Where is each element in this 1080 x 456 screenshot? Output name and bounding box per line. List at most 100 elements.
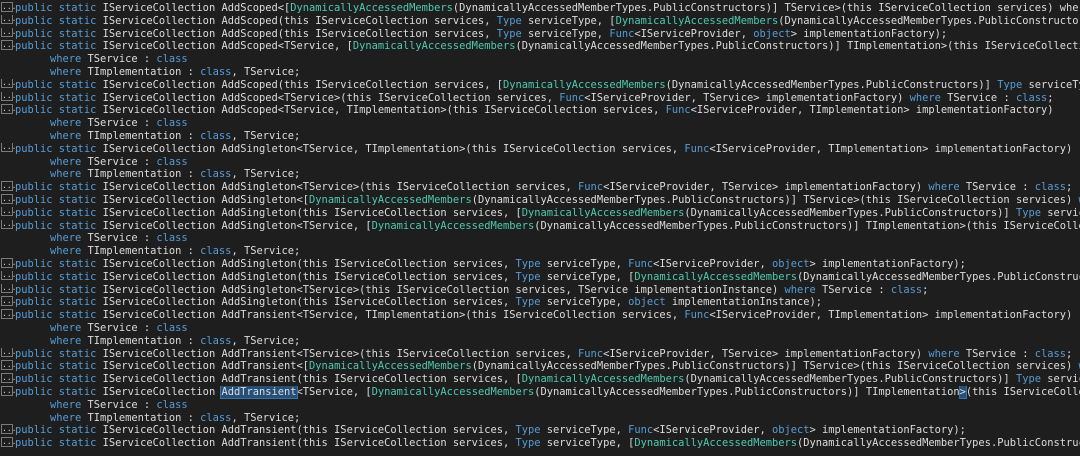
code-line[interactable]: ... public static IServiceCollection AddT… (0, 437, 1080, 450)
code-token: Type (515, 296, 547, 309)
code-line[interactable]: ... public static IServiceCollection AddS… (0, 283, 1080, 297)
code-line[interactable]: ... public static IServiceCollection AddS… (0, 78, 1080, 92)
fold-collapse-icon[interactable]: ... (1, 219, 16, 230)
code-token: class (200, 411, 232, 424)
code-line[interactable]: ... public static IServiceCollection AddT… (0, 360, 1080, 373)
fold-collapse-icon[interactable]: ... (1, 437, 16, 447)
code-token: <IServiceProvider, (653, 258, 772, 270)
fold-collapse-icon[interactable]: ... (1, 296, 16, 306)
code-token: ; (922, 283, 929, 296)
code-token: IServiceCollection AddTransient(this ISe… (102, 437, 516, 450)
fold-collapse-icon[interactable]: ... (1, 181, 16, 191)
code-token: class (156, 232, 188, 245)
code-token: where (50, 245, 88, 258)
code-text: public static IServiceCollection AddSing… (15, 284, 928, 297)
code-line[interactable]: ... public static IServiceCollection AddS… (0, 27, 1080, 41)
code-token: IServiceCollection AddSingleton<[ (102, 194, 310, 206)
code-text: public static IServiceCollection AddSing… (15, 181, 1072, 194)
fold-collapse-icon[interactable]: ... (1, 206, 16, 217)
code-line[interactable]: ... public static IServiceCollection AddS… (0, 142, 1080, 156)
code-token: public static (15, 360, 103, 373)
code-line[interactable]: where TService : class (0, 232, 1080, 245)
code-token: IServiceCollection AddSingleton(this ISe… (102, 270, 516, 283)
fold-collapse-icon[interactable]: ... (1, 258, 16, 268)
code-line[interactable]: ... public static IServiceCollection AddT… (0, 424, 1080, 437)
code-token: class (156, 53, 188, 66)
code-token: TService : (87, 322, 157, 334)
fold-gutter (0, 53, 14, 64)
code-line[interactable]: ... public static IServiceCollection AddS… (0, 181, 1080, 194)
code-line[interactable]: ... public static IServiceCollection AddS… (0, 91, 1080, 105)
code-token: IServiceCollection AddSingleton<TService… (102, 181, 579, 194)
code-token: object (771, 424, 810, 437)
fold-gutter (0, 335, 14, 346)
fold-collapse-icon[interactable]: ... (1, 142, 16, 153)
code-line[interactable]: ... public static IServiceCollection AddS… (0, 194, 1080, 207)
fold-collapse-icon[interactable]: ... (1, 386, 16, 396)
fold-collapse-icon[interactable]: ... (1, 14, 16, 25)
code-line[interactable]: ... public static IServiceCollection AddS… (0, 258, 1080, 271)
code-line[interactable]: ... public static IServiceCollection AddS… (0, 40, 1080, 53)
code-line[interactable]: ... public static IServiceCollection AddS… (0, 296, 1080, 309)
code-token: IServiceCollection AddSingleton<TService… (102, 283, 785, 296)
code-token: serviceType, (527, 27, 610, 40)
code-line[interactable]: where TService : class (0, 53, 1080, 66)
code-line[interactable]: ... public static IServiceCollection AddS… (0, 219, 1080, 233)
fold-collapse-icon[interactable]: ... (1, 2, 16, 12)
fold-collapse-icon[interactable]: ... (1, 360, 16, 370)
code-token: public static (15, 40, 103, 53)
fold-collapse-icon[interactable]: ... (1, 40, 16, 50)
code-token: public static (15, 296, 103, 309)
code-line[interactable]: where TService : class (0, 117, 1080, 130)
code-token: public static (15, 27, 103, 40)
code-line[interactable]: where TImplementation : class, TService; (0, 168, 1080, 181)
fold-collapse-icon[interactable]: ... (1, 283, 16, 294)
code-line[interactable]: ... public static IServiceCollection AddT… (0, 373, 1080, 386)
fold-collapse-icon[interactable]: ... (1, 91, 16, 102)
code-token: DynamicallyAccessedMembers (615, 14, 779, 27)
code-text: public static IServiceCollection AddSing… (15, 207, 1080, 220)
code-token: DynamicallyAccessedMembers (634, 270, 798, 283)
fold-gutter: ... (0, 373, 16, 384)
fold-gutter: ... (0, 27, 16, 39)
code-line[interactable]: ... public static IServiceCollection AddS… (0, 2, 1080, 15)
code-line[interactable]: ... public static IServiceCollection AddS… (0, 270, 1080, 284)
fold-collapse-icon[interactable]: ... (1, 104, 16, 114)
code-line[interactable]: where TImplementation : class, TService; (0, 335, 1080, 348)
code-token: DynamicallyAccessedMembers (521, 206, 685, 219)
code-editor[interactable]: ... public static IServiceCollection AddS… (0, 0, 1080, 456)
code-line[interactable]: ... public static IServiceCollection AddT… (0, 386, 1080, 399)
fold-collapse-icon[interactable]: ... (1, 27, 16, 38)
fold-collapse-icon[interactable]: ... (1, 347, 16, 358)
code-token: > implementationFactory); (809, 424, 966, 437)
code-line[interactable]: where TImplementation : class, TService; (0, 66, 1080, 79)
code-line[interactable]: ... public static IServiceCollection AddS… (0, 104, 1080, 117)
code-token: IServiceCollection AddScoped<TService, [ (102, 40, 353, 53)
code-line[interactable]: ... public static IServiceCollection AddS… (0, 206, 1080, 220)
fold-gutter: ... (0, 14, 16, 26)
code-line[interactable]: where TImplementation : class, TService; (0, 245, 1080, 258)
fold-collapse-icon[interactable]: ... (1, 373, 16, 383)
code-line[interactable]: ... public static IServiceCollection AddT… (0, 347, 1080, 361)
code-token: where (50, 155, 88, 168)
code-token: serviceType, [ (546, 270, 635, 283)
code-text: public static IServiceCollection AddScop… (15, 15, 1080, 28)
code-token: Func (609, 27, 635, 40)
fold-collapse-icon[interactable]: ... (1, 424, 16, 434)
code-line[interactable]: where TService : class (0, 156, 1080, 169)
code-line[interactable]: where TService : class (0, 399, 1080, 412)
code-token: DynamicallyAccessedMembers (352, 40, 516, 53)
code-line[interactable]: ... public static IServiceCollection AddS… (0, 14, 1080, 28)
fold-collapse-icon[interactable]: ... (1, 194, 16, 204)
fold-collapse-icon[interactable]: ... (1, 78, 16, 89)
code-token: DynamicallyAccessedMembers (502, 78, 666, 91)
code-line[interactable]: where TImplementation : class, TService; (0, 130, 1080, 143)
code-token: object (771, 258, 810, 270)
code-line[interactable]: where TService : class (0, 322, 1080, 335)
code-line[interactable]: ... public static IServiceCollection AddT… (0, 309, 1080, 322)
code-line[interactable]: where TImplementation : class, TService; (0, 412, 1080, 425)
fold-collapse-icon[interactable]: ... (1, 270, 16, 281)
code-token: Type (1015, 373, 1048, 386)
fold-collapse-icon[interactable]: ... (1, 309, 16, 319)
code-token: IServiceCollection AddSingleton<TService… (102, 142, 685, 155)
